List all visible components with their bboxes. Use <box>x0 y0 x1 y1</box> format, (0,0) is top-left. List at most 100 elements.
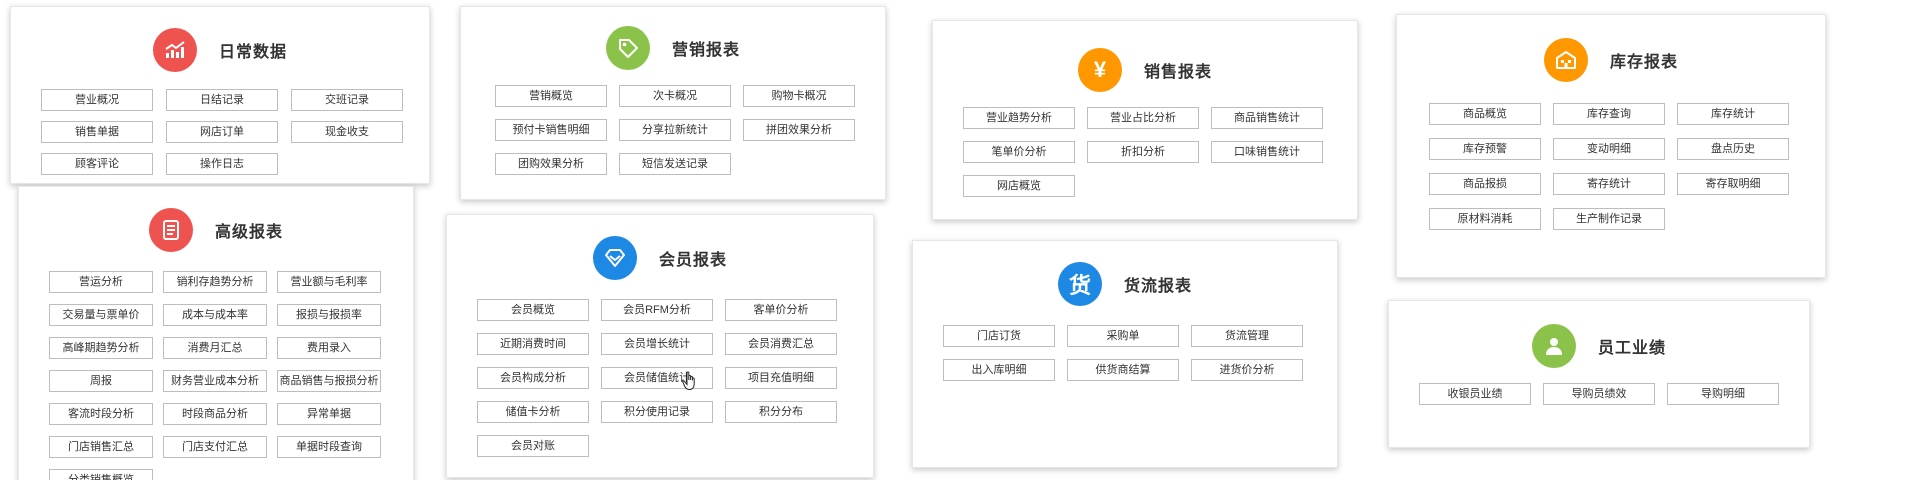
report-button[interactable]: 导购明细 <box>1667 383 1779 405</box>
report-button[interactable]: 网店订单 <box>166 121 278 143</box>
reports-dashboard: 日常数据 营业概况 日结记录 交班记录 销售单据 网店订单 现金收支 顾客评论 … <box>0 0 1920 480</box>
report-button[interactable]: 商品销售统计 <box>1211 107 1323 129</box>
report-button[interactable]: 营运分析 <box>49 271 153 293</box>
report-button[interactable]: 费用录入 <box>277 337 381 359</box>
report-button[interactable]: 导购员绩效 <box>1543 383 1655 405</box>
report-button[interactable]: 供货商结算 <box>1067 359 1179 381</box>
diamond-icon <box>592 236 637 280</box>
report-button[interactable]: 消费月汇总 <box>163 337 267 359</box>
report-button[interactable]: 商品销售与报损分析 <box>277 370 381 392</box>
report-button[interactable]: 网店概览 <box>963 175 1075 197</box>
report-button[interactable]: 单据时段查询 <box>277 436 381 458</box>
report-button[interactable]: 时段商品分析 <box>163 403 267 425</box>
report-button[interactable]: 财务营业成本分析 <box>163 370 267 392</box>
report-button[interactable]: 项目充值明细 <box>725 367 837 389</box>
button-grid: 营销概览 次卡概况 购物卡概况 预付卡销售明细 分享拉新统计 拼团效果分析 团购… <box>495 85 855 175</box>
warehouse-icon <box>1543 38 1588 82</box>
report-button[interactable]: 异常单据 <box>277 403 381 425</box>
report-button[interactable]: 会员构成分析 <box>477 367 589 389</box>
report-button[interactable]: 折扣分析 <box>1087 141 1199 163</box>
button-grid: 营业趋势分析 营业占比分析 商品销售统计 笔单价分析 折扣分析 口味销售统计 网… <box>963 107 1323 197</box>
card-member-reports: 会员报表 会员概览 会员RFM分析 客单价分析 近期消费时间 会员增长统计 会员… <box>446 214 874 478</box>
report-button[interactable]: 成本与成本率 <box>163 304 267 326</box>
report-button[interactable]: 操作日志 <box>166 153 278 175</box>
report-button[interactable]: 会员对账 <box>477 435 589 457</box>
report-button[interactable]: 销利存趋势分析 <box>163 271 267 293</box>
report-button[interactable]: 库存查询 <box>1553 103 1665 125</box>
report-button[interactable]: 库存统计 <box>1677 103 1789 125</box>
report-button[interactable]: 购物卡概况 <box>743 85 855 107</box>
report-button[interactable]: 门店订货 <box>943 325 1055 347</box>
report-button[interactable]: 交易量与票单价 <box>49 304 153 326</box>
card-header: 高级报表 <box>19 207 413 253</box>
report-button[interactable]: 积分使用记录 <box>601 401 713 423</box>
card-staff-performance: 员工业绩 收银员业绩 导购员绩效 导购明细 <box>1388 300 1810 448</box>
report-button[interactable]: 营业概况 <box>41 89 153 111</box>
card-title: 库存报表 <box>1609 54 1678 71</box>
report-button[interactable]: 口味销售统计 <box>1211 141 1323 163</box>
report-button[interactable]: 积分分布 <box>725 401 837 423</box>
report-button[interactable]: 销售单据 <box>41 121 153 143</box>
report-button[interactable]: 营业占比分析 <box>1087 107 1199 129</box>
report-button[interactable]: 笔单价分析 <box>963 141 1075 163</box>
goods-char-icon: 货 <box>1057 262 1102 306</box>
card-title: 日常数据 <box>218 44 287 61</box>
report-button[interactable]: 营销概览 <box>495 85 607 107</box>
report-button[interactable]: 寄存取明细 <box>1677 173 1789 195</box>
card-title: 销售报表 <box>1143 64 1212 81</box>
report-button[interactable]: 客单价分析 <box>725 299 837 321</box>
report-button[interactable]: 商品报损 <box>1429 173 1541 195</box>
report-button[interactable]: 生产制作记录 <box>1553 208 1665 230</box>
report-button[interactable]: 次卡概况 <box>619 85 731 107</box>
report-button[interactable]: 会员增长统计 <box>601 333 713 355</box>
report-button[interactable]: 近期消费时间 <box>477 333 589 355</box>
card-logistics-reports: 货 货流报表 门店订货 采购单 货流管理 出入库明细 供货商结算 进货价分析 <box>912 240 1338 468</box>
report-button[interactable]: 商品概览 <box>1429 103 1541 125</box>
card-header: 货 货流报表 <box>913 261 1337 307</box>
report-button[interactable]: 客流时段分析 <box>49 403 153 425</box>
card-marketing-reports: 营销报表 营销概览 次卡概况 购物卡概况 预付卡销售明细 分享拉新统计 拼团效果… <box>460 6 886 200</box>
report-button[interactable]: 会员RFM分析 <box>601 299 713 321</box>
card-title: 高级报表 <box>214 224 283 241</box>
button-grid: 营运分析 销利存趋势分析 营业额与毛利率 交易量与票单价 成本与成本率 报损与报… <box>49 271 381 480</box>
report-button[interactable]: 储值卡分析 <box>477 401 589 423</box>
report-button[interactable]: 日结记录 <box>166 89 278 111</box>
person-icon <box>1531 324 1576 368</box>
card-header: 员工业绩 <box>1389 323 1809 369</box>
report-button[interactable]: 营业趋势分析 <box>963 107 1075 129</box>
report-button[interactable]: 交班记录 <box>291 89 403 111</box>
report-button[interactable]: 盘点历史 <box>1677 138 1789 160</box>
report-button[interactable]: 采购单 <box>1067 325 1179 347</box>
chart-icon <box>152 28 197 72</box>
report-button[interactable]: 库存预警 <box>1429 138 1541 160</box>
report-button[interactable]: 营业额与毛利率 <box>277 271 381 293</box>
report-button[interactable]: 收银员业绩 <box>1419 383 1531 405</box>
report-button[interactable]: 分类销售概览 <box>49 469 153 480</box>
card-header: 会员报表 <box>447 235 873 281</box>
report-button[interactable]: 预付卡销售明细 <box>495 119 607 141</box>
report-button[interactable]: 周报 <box>49 370 153 392</box>
report-button[interactable]: 现金收支 <box>291 121 403 143</box>
report-button[interactable]: 出入库明细 <box>943 359 1055 381</box>
report-button[interactable]: 门店销售汇总 <box>49 436 153 458</box>
report-button[interactable]: 高峰期趋势分析 <box>49 337 153 359</box>
report-button[interactable]: 分享拉新统计 <box>619 119 731 141</box>
report-button[interactable]: 进货价分析 <box>1191 359 1303 381</box>
report-button[interactable]: 顾客评论 <box>41 153 153 175</box>
card-title: 货流报表 <box>1123 278 1192 295</box>
report-button[interactable]: 会员消费汇总 <box>725 333 837 355</box>
report-button[interactable]: 短信发送记录 <box>619 153 731 175</box>
report-button[interactable]: 报损与报损率 <box>277 304 381 326</box>
report-button[interactable]: 原材料消耗 <box>1429 208 1541 230</box>
report-button[interactable]: 寄存统计 <box>1553 173 1665 195</box>
card-inventory-reports: 库存报表 商品概览 库存查询 库存统计 库存预警 变动明细 盘点历史 商品报损 … <box>1396 14 1826 278</box>
report-button[interactable]: 货流管理 <box>1191 325 1303 347</box>
button-grid: 营业概况 日结记录 交班记录 销售单据 网店订单 现金收支 顾客评论 操作日志 <box>41 89 403 175</box>
report-button[interactable]: 团购效果分析 <box>495 153 607 175</box>
card-header: 日常数据 <box>11 27 429 73</box>
report-button[interactable]: 会员概览 <box>477 299 589 321</box>
report-button[interactable]: 门店支付汇总 <box>163 436 267 458</box>
report-button[interactable]: 拼团效果分析 <box>743 119 855 141</box>
report-button[interactable]: 变动明细 <box>1553 138 1665 160</box>
card-title: 营销报表 <box>671 42 740 59</box>
